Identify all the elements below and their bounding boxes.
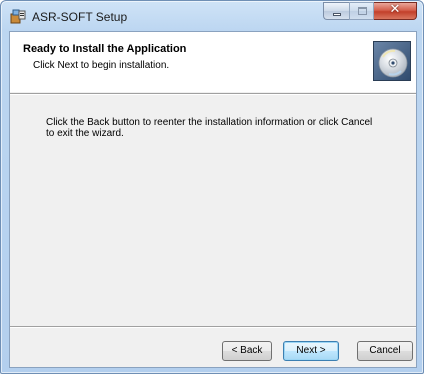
title-bar[interactable]: ASR-SOFT Setup ✕ bbox=[1, 1, 423, 31]
next-button[interactable]: Next > bbox=[283, 341, 339, 361]
instruction-text: Click the Back button to reenter the ins… bbox=[46, 117, 373, 139]
setup-app-icon[interactable] bbox=[10, 8, 26, 24]
window-title: ASR-SOFT Setup bbox=[32, 10, 128, 24]
cancel-button[interactable]: Cancel bbox=[357, 341, 413, 361]
cd-disc-icon bbox=[373, 41, 411, 81]
banner-subtitle: Click Next to begin installation. bbox=[33, 60, 170, 71]
wizard-banner: Ready to Install the Application Click N… bbox=[10, 32, 416, 92]
banner-separator bbox=[10, 93, 416, 95]
back-button[interactable]: < Back bbox=[222, 341, 272, 361]
next-button-label: Next > bbox=[296, 345, 326, 356]
setup-window: ASR-SOFT Setup ✕ Ready to Install the Ap… bbox=[0, 0, 424, 374]
maximize-icon bbox=[358, 7, 367, 15]
banner-title: Ready to Install the Application bbox=[23, 43, 187, 55]
wizard-client-area: Ready to Install the Application Click N… bbox=[9, 31, 417, 368]
minimize-button[interactable] bbox=[323, 2, 349, 20]
close-icon: ✕ bbox=[389, 2, 401, 17]
maximize-button bbox=[349, 2, 374, 20]
caption-buttons: ✕ bbox=[323, 2, 417, 21]
button-area-separator bbox=[10, 326, 416, 328]
close-button[interactable]: ✕ bbox=[374, 2, 417, 20]
minimize-icon bbox=[333, 13, 341, 16]
